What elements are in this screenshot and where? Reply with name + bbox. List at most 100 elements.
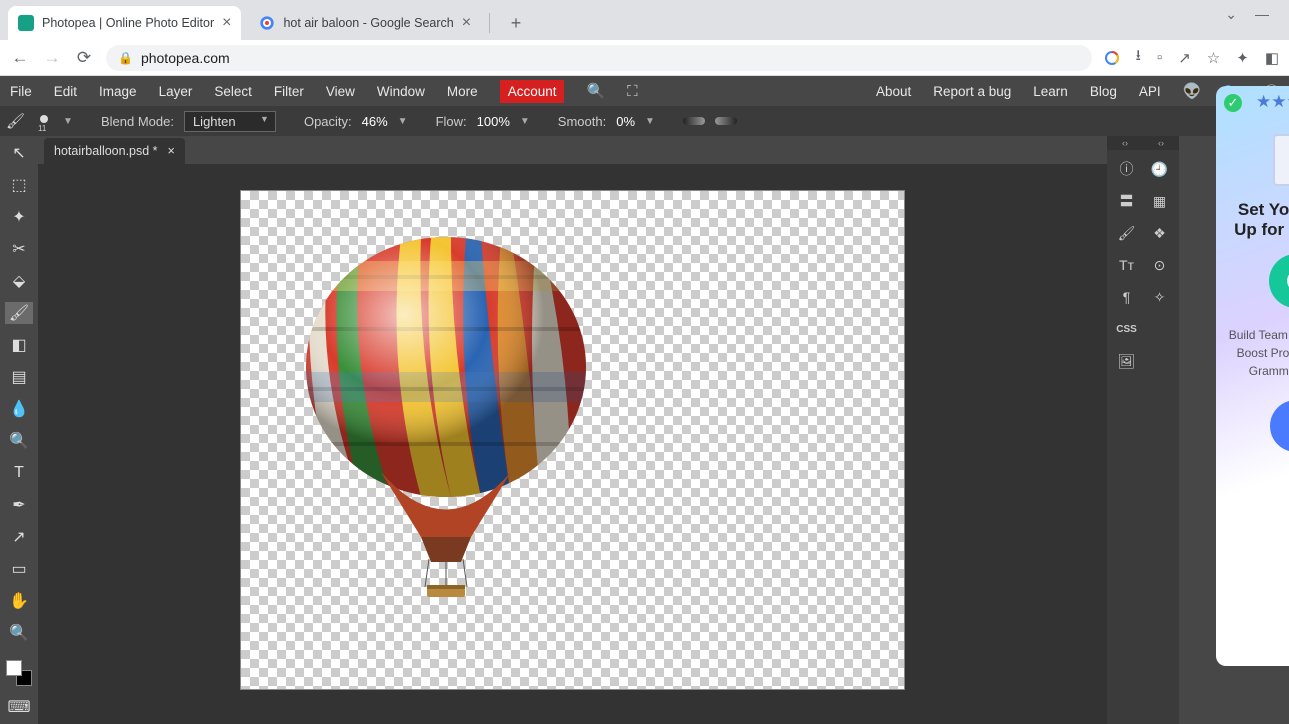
- opacity-label: Opacity:: [304, 114, 352, 129]
- browser-tabstrip: Photopea | Online Photo Editor × hot air…: [0, 0, 1289, 40]
- para-icon[interactable]: ¶: [1113, 284, 1140, 310]
- move-tool[interactable]: ↖: [5, 142, 33, 164]
- paths-icon[interactable]: ✧: [1146, 284, 1173, 310]
- opacity-value[interactable]: 46%: [362, 114, 388, 129]
- back-button[interactable]: ←: [10, 48, 30, 68]
- swatches-icon[interactable]: ▦: [1146, 188, 1173, 214]
- document-tab[interactable]: hotairballoon.psd * ×: [44, 138, 185, 164]
- collapse-icon[interactable]: ‹›: [1158, 138, 1164, 148]
- chevron-down-icon[interactable]: ⌄: [1225, 6, 1237, 23]
- dodge-tool[interactable]: 🔍: [5, 430, 33, 452]
- address-bar[interactable]: 🔒 photopea.com: [106, 45, 1092, 71]
- right-panels: ‹› ‹› ⓘ🕘〓▦🖌❖Tᴛ⊙¶✧CSS 🖼: [1107, 136, 1179, 724]
- flow-value[interactable]: 100%: [477, 114, 510, 129]
- wand-tool[interactable]: ✦: [5, 206, 33, 228]
- link-about[interactable]: About: [876, 84, 911, 99]
- keyboard-icon[interactable]: ⌨: [5, 696, 33, 718]
- share-icon[interactable]: ↗: [1178, 49, 1191, 67]
- page-icon[interactable]: ▫: [1157, 49, 1162, 66]
- crop-tool[interactable]: ✂: [5, 238, 33, 260]
- pressure-icon[interactable]: [715, 117, 737, 125]
- sidebar-ad: ✓ ★★★ Set Your Team Up for Success G Bui…: [1210, 76, 1289, 724]
- airbrush-icon[interactable]: [683, 117, 705, 125]
- menu-image[interactable]: Image: [99, 84, 137, 99]
- close-icon[interactable]: ×: [222, 14, 231, 32]
- minimize-icon[interactable]: —: [1255, 6, 1269, 23]
- shape-tool[interactable]: ▭: [5, 558, 33, 580]
- brush-size-preview[interactable]: 11: [35, 112, 53, 130]
- link-blog[interactable]: Blog: [1090, 84, 1117, 99]
- pen-tool[interactable]: ✒: [5, 494, 33, 516]
- eraser-tool[interactable]: ◧: [5, 334, 33, 356]
- blur-tool[interactable]: 💧: [5, 398, 33, 420]
- canvas-viewport[interactable]: [38, 164, 1107, 724]
- window-controls: ⌄ —: [1213, 0, 1281, 29]
- menu-layer[interactable]: Layer: [159, 84, 193, 99]
- ad-next-button[interactable]: ›: [1270, 400, 1289, 452]
- document-tabstrip: hotairballoon.psd * ×: [38, 136, 1107, 164]
- fullscreen-icon[interactable]: ⛶: [627, 83, 638, 100]
- photopea-favicon: [18, 15, 34, 31]
- chevron-down-icon[interactable]: ▼: [398, 116, 408, 127]
- forward-button[interactable]: →: [42, 48, 62, 68]
- menu-edit[interactable]: Edit: [54, 84, 77, 99]
- link-learn[interactable]: Learn: [1033, 84, 1068, 99]
- new-tab-button[interactable]: +: [502, 9, 530, 37]
- adjust-icon[interactable]: 〓: [1113, 188, 1140, 214]
- css-panel[interactable]: CSS: [1113, 316, 1140, 342]
- marquee-tool[interactable]: ⬚: [5, 174, 33, 196]
- link-api[interactable]: API: [1139, 84, 1161, 99]
- reload-button[interactable]: ⟳: [74, 48, 94, 68]
- menu-file[interactable]: File: [10, 84, 32, 99]
- toolbox: ↖ ⬚ ✦ ✂ ⬙ 🖌 ◧ ▤ 💧 🔍 T ✒ ↗ ▭ ✋ 🔍 ⌨: [0, 136, 38, 724]
- close-icon[interactable]: ×: [168, 144, 175, 158]
- smooth-value[interactable]: 0%: [616, 114, 635, 129]
- hand-tool[interactable]: ✋: [5, 590, 33, 612]
- reddit-icon[interactable]: 👽: [1183, 82, 1202, 100]
- channels-icon[interactable]: ⊙: [1146, 252, 1173, 278]
- chevron-down-icon[interactable]: ▼: [520, 116, 530, 127]
- menu-window[interactable]: Window: [377, 84, 425, 99]
- url-text: photopea.com: [141, 50, 230, 66]
- account-button[interactable]: Account: [500, 80, 565, 103]
- browser-tab-photopea[interactable]: Photopea | Online Photo Editor ×: [8, 6, 241, 40]
- menu-view[interactable]: View: [326, 84, 355, 99]
- menu-filter[interactable]: Filter: [274, 84, 304, 99]
- checkmark-icon: ✓: [1224, 94, 1242, 112]
- menu-more[interactable]: More: [447, 84, 478, 99]
- zoom-tool[interactable]: 🔍: [5, 622, 33, 644]
- search-icon[interactable]: 🔍: [586, 82, 605, 100]
- color-swatches[interactable]: [6, 660, 32, 686]
- link-bug[interactable]: Report a bug: [933, 84, 1011, 99]
- google-favicon: [259, 15, 275, 31]
- sidepanel-icon[interactable]: ◧: [1265, 49, 1279, 67]
- blend-mode-select[interactable]: Lighten: [184, 111, 276, 132]
- hot-air-balloon-image: [301, 237, 591, 597]
- history-icon[interactable]: 🕘: [1146, 156, 1173, 182]
- type-tool[interactable]: T: [5, 462, 33, 484]
- browser-toolbar: ← → ⟳ 🔒 photopea.com ⭳ ▫ ↗ ☆ ✦ ◧: [0, 40, 1289, 76]
- canvas[interactable]: [240, 190, 905, 690]
- extensions-icon[interactable]: ✦: [1236, 49, 1249, 67]
- bookmark-icon[interactable]: ☆: [1207, 49, 1220, 67]
- image-panel-icon[interactable]: 🖼: [1113, 348, 1140, 374]
- info-icon[interactable]: ⓘ: [1113, 156, 1140, 182]
- brushprops-icon[interactable]: 🖌: [1113, 220, 1140, 246]
- blend-label: Blend Mode:: [101, 114, 174, 129]
- char-icon[interactable]: Tᴛ: [1113, 252, 1140, 278]
- chevron-down-icon[interactable]: ▼: [645, 116, 655, 127]
- collapse-icon[interactable]: ‹›: [1122, 138, 1128, 148]
- chevron-down-icon[interactable]: ▼: [63, 116, 73, 127]
- browser-tab-google[interactable]: hot air baloon - Google Search ×: [249, 6, 481, 40]
- menu-select[interactable]: Select: [214, 84, 252, 99]
- eyedropper-tool[interactable]: ⬙: [5, 270, 33, 292]
- active-tool-icon[interactable]: 🖌: [6, 112, 25, 130]
- google-ext-icon[interactable]: [1104, 50, 1120, 66]
- ad-card[interactable]: ✓ ★★★ Set Your Team Up for Success G Bui…: [1216, 86, 1289, 666]
- brush-tool[interactable]: 🖌: [5, 302, 33, 324]
- path-tool[interactable]: ↗: [5, 526, 33, 548]
- layers-icon[interactable]: ❖: [1146, 220, 1173, 246]
- install-icon[interactable]: ⭳: [1136, 45, 1141, 70]
- close-icon[interactable]: ×: [462, 14, 471, 32]
- gradient-tool[interactable]: ▤: [5, 366, 33, 388]
